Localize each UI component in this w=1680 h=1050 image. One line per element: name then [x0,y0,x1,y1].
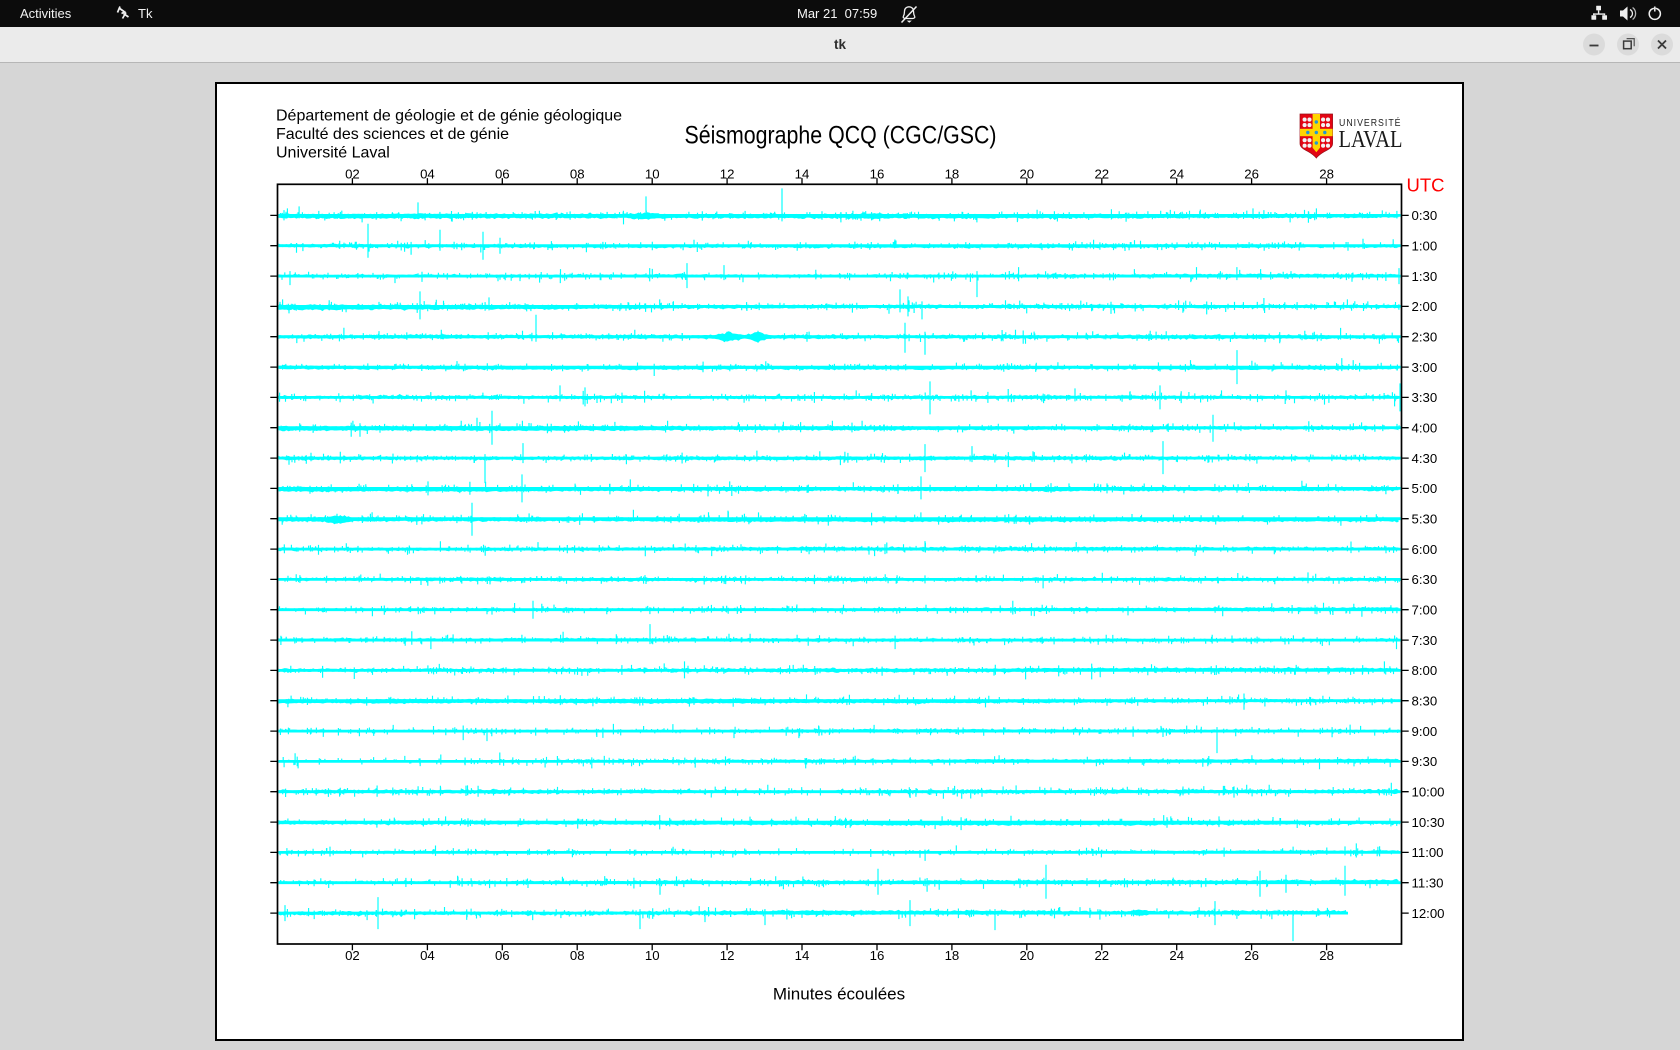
svg-text:7:00: 7:00 [1412,602,1438,617]
svg-text:12: 12 [720,948,735,963]
svg-text:9:00: 9:00 [1412,724,1438,739]
svg-text:24: 24 [1169,948,1184,963]
svg-text:18: 18 [945,167,960,182]
svg-text:24: 24 [1169,167,1184,182]
svg-text:9:30: 9:30 [1412,754,1438,769]
svg-text:1:30: 1:30 [1412,269,1438,284]
svg-text:6:00: 6:00 [1412,542,1438,557]
svg-text:16: 16 [870,948,885,963]
svg-text:20: 20 [1019,167,1034,182]
svg-text:3:00: 3:00 [1412,360,1438,375]
svg-text:4:30: 4:30 [1412,451,1438,466]
svg-text:12:00: 12:00 [1412,906,1445,921]
svg-text:26: 26 [1244,167,1259,182]
svg-text:18: 18 [945,948,960,963]
svg-text:22: 22 [1094,167,1109,182]
svg-text:08: 08 [570,948,585,963]
svg-text:16: 16 [870,167,885,182]
svg-text:Séismographe QCQ (CGC/GSC): Séismographe QCQ (CGC/GSC) [685,122,997,150]
svg-text:04: 04 [420,948,435,963]
svg-text:26: 26 [1244,948,1259,963]
svg-text:2:00: 2:00 [1412,299,1438,314]
svg-text:3:30: 3:30 [1412,390,1438,405]
svg-text:Faculté des sciences et de gén: Faculté des sciences et de génie [276,126,509,143]
svg-text:10:00: 10:00 [1412,784,1445,799]
svg-text:4:00: 4:00 [1412,420,1438,435]
svg-text:7:30: 7:30 [1412,633,1438,648]
svg-text:12: 12 [720,167,735,182]
svg-text:14: 14 [795,948,810,963]
svg-text:11:30: 11:30 [1412,875,1444,890]
svg-text:Minutes écoulées: Minutes écoulées [773,984,905,1003]
svg-text:1:00: 1:00 [1412,238,1438,253]
svg-text:6:30: 6:30 [1412,572,1438,587]
svg-text:UTC: UTC [1407,175,1445,196]
svg-text:Université Laval: Université Laval [276,145,390,162]
svg-text:5:30: 5:30 [1412,511,1438,526]
svg-text:5:00: 5:00 [1412,481,1438,496]
svg-text:28: 28 [1319,948,1334,963]
svg-text:11:00: 11:00 [1412,845,1444,860]
svg-text:06: 06 [495,167,510,182]
svg-text:04: 04 [420,167,435,182]
svg-text:22: 22 [1094,948,1109,963]
svg-text:8:30: 8:30 [1412,693,1438,708]
svg-text:2:30: 2:30 [1412,329,1438,344]
svg-text:8:00: 8:00 [1412,663,1438,678]
svg-text:10: 10 [645,948,660,963]
svg-text:20: 20 [1019,948,1034,963]
svg-text:02: 02 [345,948,360,963]
svg-text:0:30: 0:30 [1412,208,1438,223]
svg-text:14: 14 [795,167,810,182]
svg-text:28: 28 [1319,167,1334,182]
svg-text:02: 02 [345,167,360,182]
svg-text:Département de géologie et de: Département de géologie et de génie géol… [276,108,622,125]
svg-text:LAVAL: LAVAL [1339,126,1403,153]
svg-text:08: 08 [570,167,585,182]
svg-text:10: 10 [645,167,660,182]
svg-text:06: 06 [495,948,510,963]
svg-text:10:30: 10:30 [1412,815,1445,830]
